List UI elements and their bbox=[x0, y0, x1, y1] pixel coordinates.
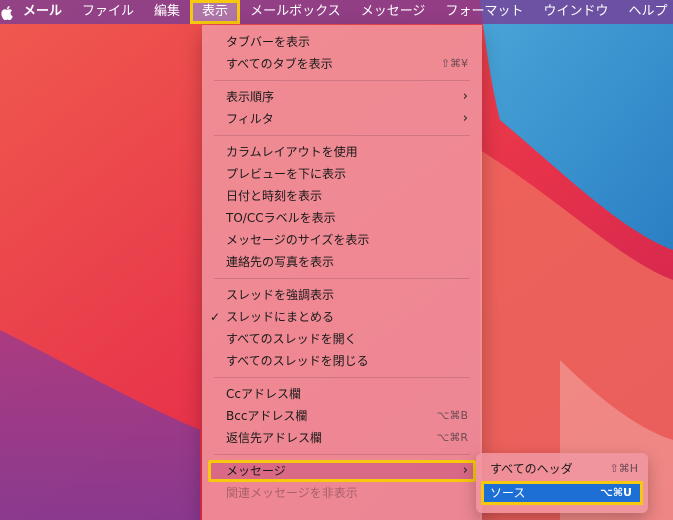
menu-bar: メール ファイル 編集 表示 メールボックス メッセージ フォーマット ウインド… bbox=[0, 0, 673, 24]
menu-separator bbox=[214, 454, 470, 455]
menu-item-preview-below[interactable]: プレビューを下に表示 bbox=[202, 163, 482, 185]
menu-item-show-tocc-label[interactable]: TO/CCラベルを表示 bbox=[202, 207, 482, 229]
menu-item-hide-related-messages[interactable]: 関連メッセージを非表示 bbox=[202, 482, 482, 504]
menu-item-label: 日付と時刻を表示 bbox=[226, 189, 323, 203]
menu-item-label: すべてのスレッドを開く bbox=[226, 332, 357, 346]
menu-item-label: Ccアドレス欄 bbox=[226, 387, 301, 401]
chevron-right-icon: › bbox=[462, 463, 468, 478]
shortcut-label: ⌥⌘U bbox=[600, 486, 632, 499]
menu-separator bbox=[214, 278, 470, 279]
menu-item-label: 表示順序 bbox=[226, 90, 275, 104]
menu-item-collapse-all-threads[interactable]: すべてのスレッドを閉じる bbox=[202, 350, 482, 372]
menu-item-message[interactable]: メッセージ › bbox=[208, 460, 476, 482]
shortcut-label: ⌥⌘R bbox=[436, 431, 468, 444]
menu-help[interactable]: ヘルプ bbox=[618, 0, 673, 24]
view-menu-dropdown: タブバーを表示 すべてのタブを表示 ⇧⌘¥ 表示順序 › フィルタ › カラムレ… bbox=[202, 25, 482, 520]
menu-item-organize-by-thread[interactable]: ✓ スレッドにまとめる bbox=[202, 306, 482, 328]
menu-item-show-contact-photos[interactable]: 連絡先の写真を表示 bbox=[202, 251, 482, 273]
menu-item-sort-by[interactable]: 表示順序 › bbox=[202, 86, 482, 108]
menu-item-label: 連絡先の写真を表示 bbox=[226, 255, 335, 269]
menu-item-label: スレッドを強調表示 bbox=[226, 288, 335, 302]
menu-item-label: タブバーを表示 bbox=[226, 35, 311, 49]
message-submenu: すべてのヘッダ ⇧⌘H ソース ⌥⌘U bbox=[476, 453, 648, 513]
menu-separator bbox=[214, 80, 470, 81]
menu-item-cc-field[interactable]: Ccアドレス欄 bbox=[202, 383, 482, 405]
menu-item-label: メッセージのサイズを表示 bbox=[226, 233, 370, 247]
menu-item-label: カラムレイアウトを使用 bbox=[226, 145, 358, 159]
menu-item-label: 返信先アドレス欄 bbox=[226, 431, 323, 445]
menu-item-label: すべてのヘッダ bbox=[490, 462, 573, 476]
menu-item-label: 関連メッセージを非表示 bbox=[226, 486, 358, 500]
menu-mailbox[interactable]: メールボックス bbox=[240, 0, 351, 24]
menu-item-label: スレッドにまとめる bbox=[226, 310, 335, 324]
menu-file[interactable]: ファイル bbox=[72, 0, 144, 24]
menu-window[interactable]: ウインドウ bbox=[533, 0, 618, 24]
menu-mail[interactable]: メール bbox=[13, 0, 72, 24]
menu-item-label: フィルタ bbox=[226, 112, 274, 126]
menu-item-label: Bccアドレス欄 bbox=[226, 409, 308, 423]
apple-menu[interactable] bbox=[0, 0, 13, 24]
menu-item-label: TO/CCラベルを表示 bbox=[226, 211, 336, 225]
menu-item-column-layout[interactable]: カラムレイアウトを使用 bbox=[202, 141, 482, 163]
menu-item-reply-to-field[interactable]: 返信先アドレス欄 ⌥⌘R bbox=[202, 427, 482, 449]
chevron-right-icon: › bbox=[462, 111, 468, 126]
apple-icon bbox=[1, 5, 13, 20]
chevron-right-icon: › bbox=[462, 89, 468, 104]
menu-item-expand-all-threads[interactable]: すべてのスレッドを開く bbox=[202, 328, 482, 350]
menu-item-bcc-field[interactable]: Bccアドレス欄 ⌥⌘B bbox=[202, 405, 482, 427]
submenu-item-source[interactable]: ソース ⌥⌘U bbox=[481, 481, 643, 505]
menu-edit[interactable]: 編集 bbox=[144, 0, 190, 24]
menu-item-show-message-size[interactable]: メッセージのサイズを表示 bbox=[202, 229, 482, 251]
menu-item-highlight-threads[interactable]: スレッドを強調表示 bbox=[202, 284, 482, 306]
checkmark-icon: ✓ bbox=[210, 310, 221, 324]
shortcut-label: ⇧⌘H bbox=[609, 462, 639, 475]
menu-item-filter[interactable]: フィルタ › bbox=[202, 108, 482, 130]
menu-format[interactable]: フォーマット bbox=[435, 0, 533, 24]
menu-item-label: ソース bbox=[490, 486, 526, 500]
menu-item-label: プレビューを下に表示 bbox=[226, 167, 347, 181]
menu-item-show-tab-bar[interactable]: タブバーを表示 bbox=[202, 31, 482, 53]
menu-item-show-all-tabs[interactable]: すべてのタブを表示 ⇧⌘¥ bbox=[202, 53, 482, 75]
menu-item-show-date-time[interactable]: 日付と時刻を表示 bbox=[202, 185, 482, 207]
menu-separator bbox=[214, 135, 470, 136]
menu-separator bbox=[214, 377, 470, 378]
menu-item-label: すべてのスレッドを閉じる bbox=[226, 354, 369, 368]
menu-item-label: すべてのタブを表示 bbox=[226, 57, 333, 71]
submenu-item-all-headers[interactable]: すべてのヘッダ ⇧⌘H bbox=[476, 458, 648, 480]
shortcut-label: ⇧⌘¥ bbox=[440, 57, 468, 70]
menu-item-label: メッセージ bbox=[226, 464, 286, 478]
shortcut-label: ⌥⌘B bbox=[436, 409, 468, 422]
menu-message[interactable]: メッセージ bbox=[351, 0, 436, 24]
menu-view[interactable]: 表示 bbox=[190, 0, 241, 24]
